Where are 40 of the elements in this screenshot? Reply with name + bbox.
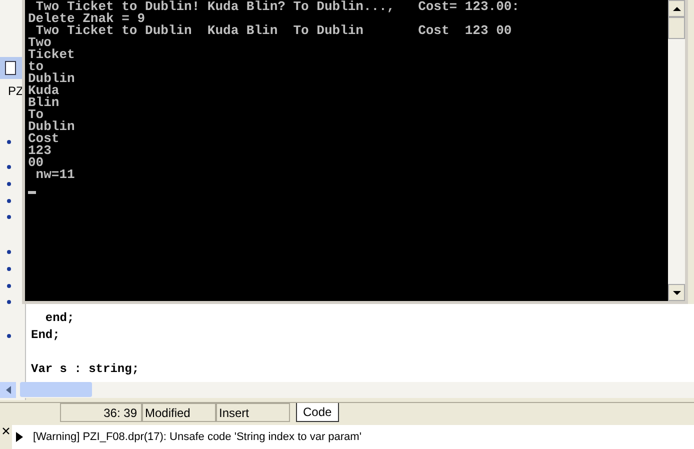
scroll-thumb[interactable]: [20, 382, 92, 397]
scroll-down-button[interactable]: [668, 284, 685, 301]
scroll-up-button[interactable]: [668, 0, 685, 17]
console-line: Kuda: [28, 85, 60, 97]
code-editor[interactable]: end; End; Var s : string;: [26, 304, 694, 382]
expand-arrow-icon[interactable]: [16, 432, 23, 442]
console-line: 00: [28, 157, 44, 169]
console-line: Ticket: [28, 49, 76, 61]
horizontal-scrollbar[interactable]: [0, 382, 694, 398]
scroll-thumb[interactable]: [668, 17, 685, 39]
document-icon: [5, 61, 16, 75]
console-line: Two Ticket to Dublin! Kuda Blin? To Dublin..., Cost= 123.00:: [36, 1, 520, 13]
panel-label: PZ: [8, 83, 24, 100]
down-arrow-icon: [672, 290, 680, 294]
console-line: Delete Znak = 9: [28, 13, 146, 25]
console-line: Cost: [28, 133, 60, 145]
console-line: Two: [28, 37, 52, 49]
console-line: to: [28, 61, 44, 73]
console-line: Dublin: [28, 73, 76, 85]
console-line: To: [28, 109, 44, 121]
text-cursor-icon: [28, 191, 36, 194]
code-line: Var s : string;: [31, 361, 140, 378]
insert-mode: Insert: [216, 403, 290, 422]
up-arrow-icon: [672, 6, 680, 10]
code-line: End;: [31, 327, 61, 344]
vertical-scrollbar[interactable]: [668, 0, 685, 301]
console-line: Two Ticket to Dublin Kuda Blin To Dublin Cost 123 00: [36, 25, 513, 37]
code-line: end;: [44, 310, 76, 327]
warning-message[interactable]: [Warning] PZI_F08.dpr(17): Unsafe code 'String index to var param': [33, 428, 362, 446]
cursor-position: 36: 39: [60, 403, 142, 422]
scroll-left-button[interactable]: [0, 382, 16, 398]
console-line: 123: [28, 145, 52, 157]
modified-status: Modified: [142, 403, 216, 422]
console-line: nw=11: [34, 169, 76, 181]
console-line: Blin: [28, 97, 60, 109]
left-arrow-icon: [6, 386, 10, 394]
close-icon[interactable]: [2, 427, 10, 435]
console-line: Dublin: [28, 121, 76, 133]
editor-tab[interactable]: Code: [296, 403, 339, 422]
toolbar-button[interactable]: [0, 57, 24, 79]
